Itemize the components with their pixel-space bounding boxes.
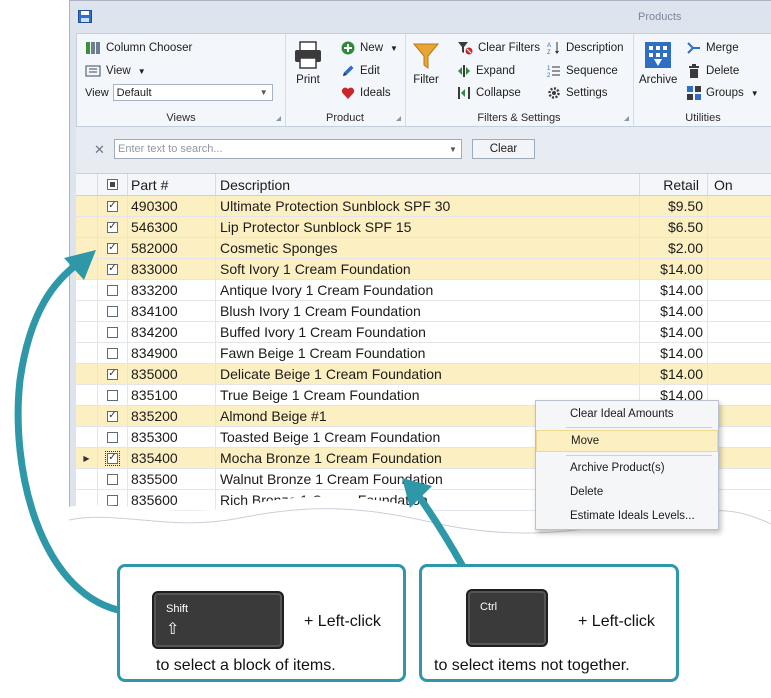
ctrl-instruction: + Left-click bbox=[578, 613, 655, 630]
shift-caption: to select a block of items. bbox=[156, 657, 336, 674]
ctrl-caption: to select items not together. bbox=[434, 657, 630, 674]
shift-instruction: + Left-click bbox=[304, 613, 381, 630]
ctrl-key-label: Ctrl bbox=[480, 601, 498, 613]
shift-arrow-icon: ⇧ bbox=[166, 621, 180, 638]
ctrl-callout: Ctrl + Left-click to select items not to… bbox=[419, 564, 679, 682]
shift-key-label: Shift bbox=[166, 603, 189, 615]
shift-callout: Shift ⇧ + Left-click to select a block o… bbox=[117, 564, 406, 682]
shift-key: Shift ⇧ bbox=[152, 591, 284, 649]
ctrl-key: Ctrl bbox=[466, 589, 548, 647]
